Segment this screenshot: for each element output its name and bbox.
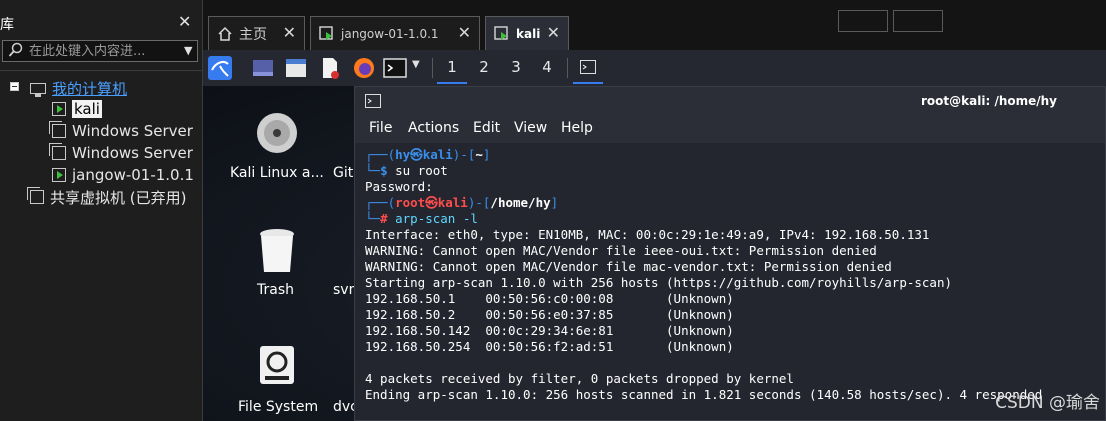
close-icon[interactable]: ✕ [283,23,296,42]
prompt-user: hy [395,147,411,162]
workspace-1[interactable]: 1 [437,56,467,84]
library-header: 库 ✕ [0,10,202,34]
terminal-window[interactable]: root@kali: /home/hy File Actions Edit Vi… [354,86,1106,421]
home-icon [218,26,232,41]
vm-icon [494,25,508,40]
divider [567,58,568,78]
library-search[interactable]: ▼ [2,40,198,62]
tree-item-shared-vms[interactable]: 共享虚拟机 (已弃用) [27,187,187,207]
tree-item-my-computer[interactable]: 我的计算机 [30,78,127,98]
tab-label: jangow-01-1.0.1 [341,26,439,41]
output-line: 192.168.50.142 00:0c:29:34:6e:81 (Unknow… [365,323,734,338]
vm-icon [319,25,333,40]
tree-item-label: 我的计算机 [52,79,128,98]
show-desktop-icon[interactable] [251,56,275,80]
close-icon[interactable]: ✕ [178,12,191,31]
divider [0,70,202,71]
desktop-icon-label: Trash [257,282,294,298]
menu-edit[interactable]: Edit [473,120,500,136]
tab-home[interactable]: 主页 ✕ [208,16,305,50]
library-title: 库 [0,17,14,33]
tree-item-label: 共享虚拟机 (已弃用) [50,188,187,207]
terminal-icon[interactable] [383,56,407,80]
trash-icon[interactable] [258,228,296,274]
terminal-output[interactable]: ┌──(hy㉿kali)-[~] └─$ su root Password: ┌… [365,147,1105,420]
terminal-icon [365,94,381,108]
chevron-down-icon[interactable]: ▼ [412,59,420,70]
vm-icon [49,143,66,160]
text-editor-icon[interactable] [318,56,342,80]
tab-kali[interactable]: kali ✕ [485,16,569,50]
tab-jangow[interactable]: jangow-01-1.0.1 ✕ [310,16,480,50]
tab-bar: 主页 ✕ jangow-01-1.0.1 ✕ kali ✕ [203,0,1106,50]
tree-item-jangow[interactable]: jangow-01-1.0.1 [52,165,194,185]
search-icon [8,42,23,57]
divider [432,58,433,78]
workspace-4[interactable]: 4 [532,56,562,82]
menu-file[interactable]: File [369,120,392,136]
workspace-2[interactable]: 2 [469,56,499,82]
running-vm-icon [52,168,66,182]
tree-item-label: Windows Server [72,122,193,140]
menu-view[interactable]: View [514,120,547,136]
output-line: 192.168.50.2 00:50:56:e0:37:85 (Unknown) [365,307,734,322]
menu-help[interactable]: Help [561,120,593,136]
kali-menu-icon[interactable] [208,56,232,80]
prompt-host: kali [437,195,468,210]
prompt-user: root [395,195,426,210]
close-icon[interactable]: ✕ [547,23,560,42]
desktop-icon-label: File System [238,399,319,415]
running-vm-icon [52,102,66,116]
output-line: 192.168.50.1 00:50:56:c0:00:08 (Unknown) [365,291,734,306]
tree-item-windows-server-1[interactable]: Windows Server [49,121,193,141]
command: su root [395,163,448,178]
tree-item-label: jangow-01-1.0.1 [72,166,194,184]
taskbar-terminal[interactable] [573,54,603,84]
window-control[interactable] [838,10,888,32]
terminal-menubar: File Actions Edit View Help [355,115,1105,143]
terminal-icon [580,60,596,74]
library-pane: 库 ✕ ▼ 我的计算机 kali Windows Server Windows … [0,0,203,421]
prompt-dir: ~ [475,147,483,162]
prompt-dir: /home/hy [490,195,551,210]
output-line: Ending arp-scan 1.10.0: 256 hosts scanne… [365,387,1043,402]
tree-item-kali[interactable]: kali [52,99,102,119]
window-control[interactable] [893,10,943,32]
tree-item-windows-server-2[interactable]: Windows Server [49,143,193,163]
workspace-3[interactable]: 3 [501,56,531,82]
firefox-icon[interactable] [352,56,376,80]
output-line: WARNING: Cannot open MAC/Vendor file mac… [365,259,892,274]
output-line: WARNING: Cannot open MAC/Vendor file iee… [365,243,877,258]
shared-vm-icon [27,187,44,204]
output-line: Interface: eth0, type: EN10MB, MAC: 00:0… [365,227,930,242]
tab-label: 主页 [239,26,267,43]
prompt-host: kali [422,147,453,162]
file-manager-icon[interactable] [284,56,308,80]
desktop-icon-label: Kali Linux a... [230,165,324,181]
drive-icon[interactable] [259,345,295,385]
close-icon[interactable]: ✕ [458,23,471,42]
tree-item-label: kali [72,100,102,118]
search-input[interactable] [29,42,179,60]
output-line: 4 packets received by filter, 0 packets … [365,371,794,386]
desktop-icon-label: Git [333,165,354,181]
window-title: root@kali: /home/hy [921,94,1057,108]
terminal-titlebar[interactable]: root@kali: /home/hy [355,87,1105,115]
top-panel: ▼ 1 2 3 4 [203,50,1106,86]
watermark: CSDN @瑜舍 [995,393,1100,413]
command: arp-scan -l [395,211,478,226]
output-line: Starting arp-scan 1.10.0 with 256 hosts … [365,275,952,290]
collapse-icon[interactable] [10,82,19,91]
computer-icon [30,82,46,97]
tree-item-label: Windows Server [72,144,193,162]
vm-icon [49,121,66,138]
tab-label: kali [516,26,541,41]
chevron-down-icon[interactable]: ▼ [184,44,192,57]
password-prompt: Password: [365,179,433,194]
disc-icon[interactable] [256,112,298,154]
output-line: 192.168.50.254 00:50:56:f2:ad:51 (Unknow… [365,339,734,354]
menu-actions[interactable]: Actions [408,120,459,136]
